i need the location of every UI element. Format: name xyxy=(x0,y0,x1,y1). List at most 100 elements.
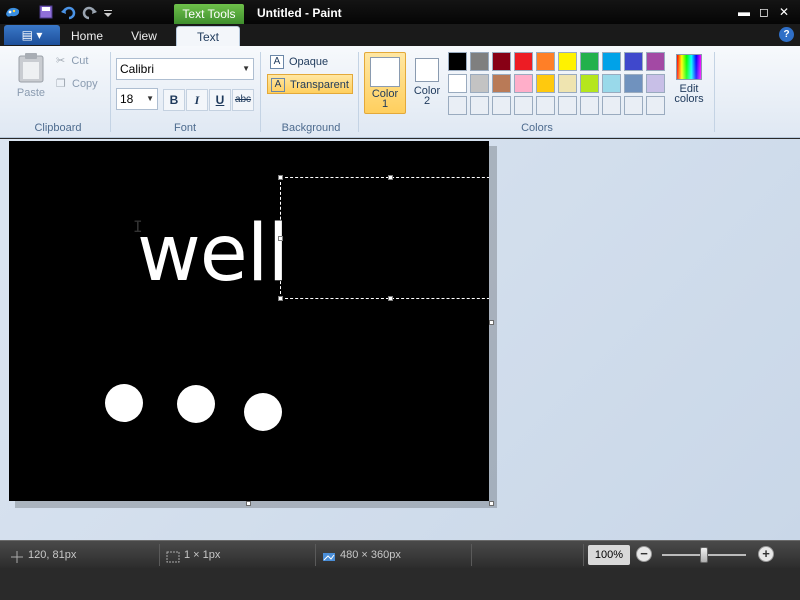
scissors-icon: ✂ xyxy=(56,55,66,67)
palette-color-swatch[interactable] xyxy=(514,96,533,115)
maximize-button[interactable]: ◻ xyxy=(756,5,772,19)
resize-handle[interactable] xyxy=(388,175,393,180)
palette-color-swatch[interactable] xyxy=(580,52,599,71)
tab-home[interactable]: Home xyxy=(64,26,110,46)
palette-color-swatch[interactable] xyxy=(624,52,643,71)
font-group-label: Font xyxy=(173,122,196,134)
palette-color-swatch[interactable] xyxy=(492,74,511,93)
cut-button[interactable]: ✂ Cut xyxy=(56,54,88,67)
drawing-canvas[interactable]: well I xyxy=(9,141,489,501)
selection-icon xyxy=(166,549,180,563)
palette-color-swatch[interactable] xyxy=(624,96,643,115)
zoom-in-button[interactable]: + xyxy=(758,546,774,562)
undo-icon[interactable] xyxy=(60,4,78,20)
color1-button[interactable]: Color 1 xyxy=(364,52,406,114)
canvas-workspace: well I xyxy=(0,139,800,540)
text-tools-context-tab: Text Tools xyxy=(174,4,244,24)
palette-color-swatch[interactable] xyxy=(536,52,555,71)
palette-color-swatch[interactable] xyxy=(448,74,467,93)
palette-color-swatch[interactable] xyxy=(624,74,643,93)
canvas-resize-handle[interactable] xyxy=(489,501,494,506)
palette-color-swatch[interactable] xyxy=(646,96,665,115)
palette-color-swatch[interactable] xyxy=(514,52,533,71)
zoom-slider-thumb[interactable] xyxy=(700,547,708,563)
edit-colors-label: Edit colors xyxy=(674,83,704,105)
paste-button[interactable]: Paste xyxy=(14,52,48,108)
canvas-dot xyxy=(105,384,143,422)
colors-group-label: Colors xyxy=(521,122,553,134)
title-bar: Text Tools Untitled - Paint ▬ ◻ ✕ xyxy=(0,0,800,24)
paste-label: Paste xyxy=(16,87,46,99)
resize-handle[interactable] xyxy=(278,175,283,180)
font-size-select[interactable]: 18 ▼ xyxy=(116,88,158,110)
zoom-out-button[interactable]: − xyxy=(636,546,652,562)
group-divider xyxy=(714,52,715,132)
palette-color-swatch[interactable] xyxy=(536,74,555,93)
status-bar: 120, 81px 1 × 1px 480 × 360px 100% − + xyxy=(0,540,800,568)
palette-color-swatch[interactable] xyxy=(558,52,577,71)
selection-size: 1 × 1px xyxy=(160,544,316,566)
clipboard-group-label: Clipboard xyxy=(34,122,82,134)
transparent-label: Transparent xyxy=(290,79,349,91)
resize-handle[interactable] xyxy=(388,296,393,301)
strikethrough-button[interactable]: abc xyxy=(232,89,254,111)
palette-color-swatch[interactable] xyxy=(602,52,621,71)
help-icon[interactable]: ? xyxy=(779,27,794,42)
canvas-resize-handle[interactable] xyxy=(489,320,494,325)
palette-color-swatch[interactable] xyxy=(492,52,511,71)
group-divider xyxy=(260,52,261,132)
menu-icon: ▤ xyxy=(21,28,33,42)
palette-color-swatch[interactable] xyxy=(602,96,621,115)
palette-color-swatch[interactable] xyxy=(470,74,489,93)
canvas-resize-handle[interactable] xyxy=(246,501,251,506)
minimize-button[interactable]: ▬ xyxy=(736,5,752,19)
paint-app-icon[interactable] xyxy=(4,4,22,20)
copy-label: Copy xyxy=(72,78,98,90)
color2-swatch xyxy=(415,58,439,82)
palette-color-swatch[interactable] xyxy=(558,74,577,93)
resize-handle[interactable] xyxy=(278,296,283,301)
opaque-icon: A xyxy=(270,55,284,69)
palette-color-swatch[interactable] xyxy=(492,96,511,115)
transparent-option[interactable]: A Transparent xyxy=(267,74,353,94)
tab-text[interactable]: Text xyxy=(176,26,240,46)
palette-color-swatch[interactable] xyxy=(448,52,467,71)
bold-button[interactable]: B xyxy=(163,89,185,111)
canvas-dot xyxy=(244,393,282,431)
quick-access-dropdown-icon[interactable] xyxy=(102,4,120,20)
italic-button[interactable]: I xyxy=(186,89,208,111)
resize-handle[interactable] xyxy=(278,236,283,241)
close-button[interactable]: ✕ xyxy=(776,5,792,19)
chevron-down-icon: ▼ xyxy=(242,64,250,73)
paint-menu-button[interactable]: ▤ ▾ xyxy=(4,25,60,45)
palette-color-swatch[interactable] xyxy=(558,96,577,115)
opaque-option[interactable]: A Opaque xyxy=(267,52,353,72)
color2-button[interactable]: Color 2 xyxy=(410,52,444,114)
save-icon[interactable] xyxy=(38,4,56,20)
palette-color-swatch[interactable] xyxy=(514,74,533,93)
palette-color-swatch[interactable] xyxy=(470,96,489,115)
tab-view[interactable]: View xyxy=(120,26,168,46)
edit-colors-button[interactable]: Edit colors xyxy=(672,52,706,118)
redo-icon[interactable] xyxy=(82,4,100,20)
zoom-level: 100% xyxy=(588,545,630,565)
underline-button[interactable]: U xyxy=(209,89,231,111)
opaque-label: Opaque xyxy=(289,56,329,68)
desktop-background xyxy=(0,568,800,600)
palette-color-swatch[interactable] xyxy=(646,52,665,71)
font-size-value: 18 xyxy=(120,92,134,106)
color1-swatch xyxy=(370,57,400,87)
copy-button[interactable]: ❐ Copy xyxy=(56,77,98,90)
palette-color-swatch[interactable] xyxy=(448,96,467,115)
palette-color-swatch[interactable] xyxy=(470,52,489,71)
palette-color-swatch[interactable] xyxy=(580,96,599,115)
palette-color-swatch[interactable] xyxy=(536,96,555,115)
canvas-text: well xyxy=(137,209,289,299)
background-group-label: Background xyxy=(281,122,341,134)
palette-color-swatch[interactable] xyxy=(580,74,599,93)
image-size: 480 × 360px xyxy=(316,544,472,566)
font-family-select[interactable]: Calibri ▼ xyxy=(116,58,254,80)
palette-color-swatch[interactable] xyxy=(602,74,621,93)
palette-color-swatch[interactable] xyxy=(646,74,665,93)
text-selection-box[interactable] xyxy=(278,175,489,301)
